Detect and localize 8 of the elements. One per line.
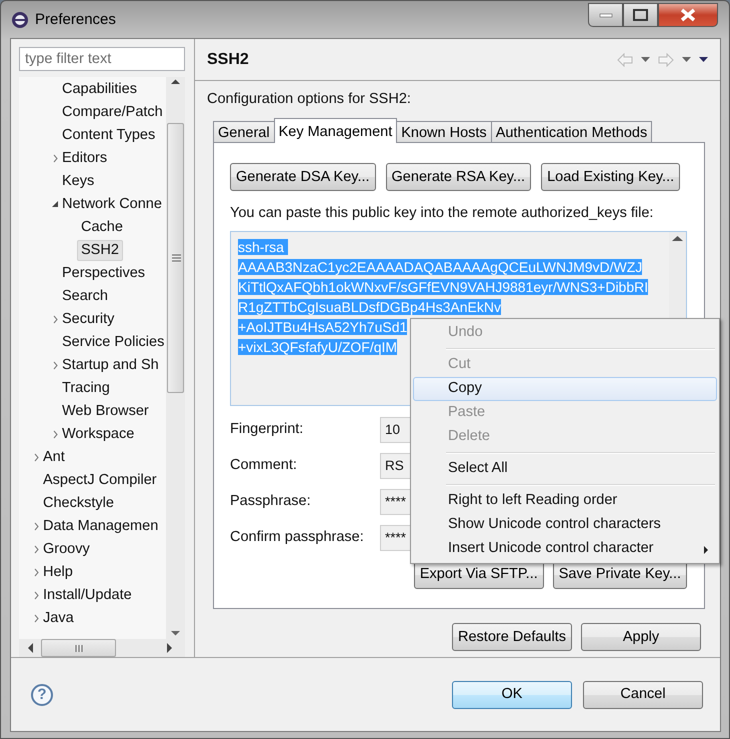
field-label: Comment:: [230, 457, 298, 474]
page-description: Configuration options for SSH2:: [207, 91, 412, 108]
field-label: Confirm passphrase:: [230, 529, 365, 546]
field-label: Passphrase:: [230, 493, 312, 510]
field-label: Fingerprint:: [230, 421, 304, 438]
window-title: Preferences: [35, 11, 116, 29]
page-title: SSH2: [207, 50, 249, 70]
field-label: You can paste this public key into the remote authorized_keys file:: [230, 205, 654, 223]
